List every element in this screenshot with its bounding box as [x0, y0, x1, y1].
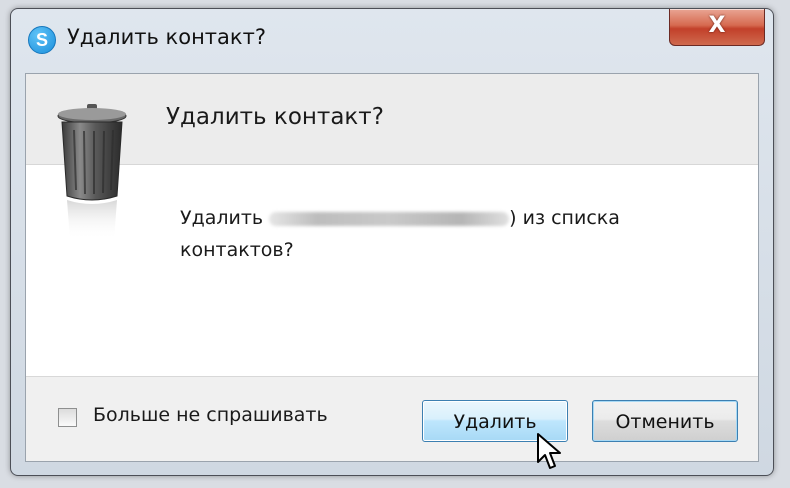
cancel-button[interactable]: Отменить [592, 400, 738, 442]
dont-ask-label[interactable]: Больше не спрашивать [93, 404, 328, 426]
dialog-content: Удалить контакт? Удалить) из списка кон… [25, 73, 759, 462]
message-line-2: контактов? [180, 239, 294, 261]
title-bar[interactable]: S Удалить контакт? X [11, 9, 773, 67]
redacted-contact-name [269, 211, 510, 226]
mouse-cursor-icon [537, 433, 561, 469]
dialog-footer: Больше не спрашивать Удалить Отменить [26, 376, 758, 461]
message-prefix: Удалить [180, 207, 264, 229]
confirmation-message: Удалить ) из списка контактов? [180, 202, 700, 266]
message-suffix: ) из списка [509, 207, 620, 229]
close-icon: X [708, 13, 726, 38]
dont-ask-checkbox[interactable] [58, 408, 77, 427]
trash-icon [57, 104, 127, 240]
skype-icon: S [28, 26, 56, 54]
dialog-header: Удалить контакт? [26, 74, 758, 165]
dialog-window: S Удалить контакт? X Удалить контакт? Уд… [10, 8, 774, 476]
window-title: Удалить контакт? [67, 25, 266, 49]
dialog-header-title: Удалить контакт? [166, 104, 384, 130]
close-button[interactable]: X [669, 9, 765, 46]
